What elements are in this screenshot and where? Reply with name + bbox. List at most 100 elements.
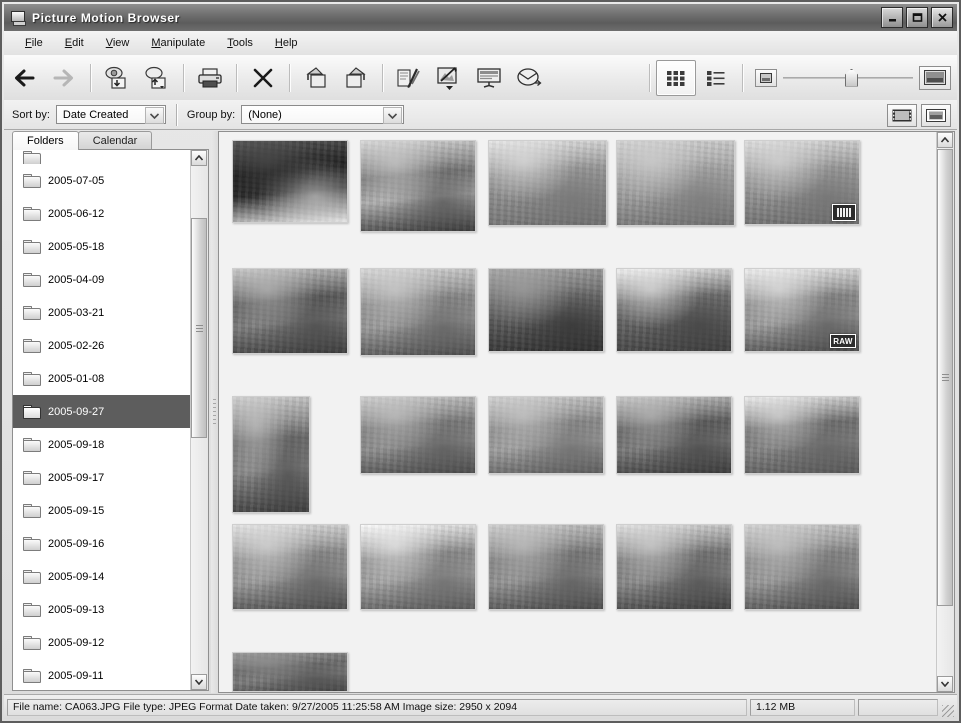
thumbnail-8[interactable]	[488, 268, 604, 352]
folder-item-2005-03-21[interactable]: 2005-03-21	[13, 296, 191, 329]
grid-view-button[interactable]	[656, 59, 696, 96]
thumbnail-7[interactable]	[360, 268, 476, 356]
thumbnail-small-icon[interactable]	[755, 68, 777, 87]
scroll-up-button[interactable]	[191, 150, 207, 166]
menu-item-view[interactable]: View	[95, 34, 141, 52]
folder-item-2005-09-11[interactable]: 2005-09-11	[13, 659, 191, 690]
folder-item-2005-09-18[interactable]: 2005-09-18	[13, 428, 191, 461]
thumbnail-cell[interactable]	[232, 140, 352, 260]
thumbnail-cell[interactable]	[360, 268, 480, 388]
thumbnail-cell[interactable]	[488, 524, 608, 644]
menu-item-edit[interactable]: Edit	[54, 34, 95, 52]
thumbnail-cell[interactable]	[616, 140, 736, 260]
scroll-down-button[interactable]	[937, 676, 953, 692]
menu-item-file[interactable]: FFileile	[14, 34, 54, 52]
back-button[interactable]	[4, 60, 44, 96]
scroll-down-button[interactable]	[191, 674, 207, 690]
folder-item-2005-04-09[interactable]: 2005-04-09	[13, 263, 191, 296]
tab-folders[interactable]: Folders	[12, 131, 79, 150]
edit-image-button[interactable]	[389, 60, 429, 96]
thumbnail-cell[interactable]	[360, 396, 480, 516]
folder-tree-scrollbar[interactable]	[190, 150, 208, 690]
thumbnail-5[interactable]	[744, 140, 860, 225]
thumbnail-17[interactable]	[360, 524, 476, 610]
thumbnail-cell[interactable]	[360, 524, 480, 644]
folder-item-2005-09-14[interactable]: 2005-09-14	[13, 560, 191, 593]
zoom-slider[interactable]	[783, 68, 913, 88]
chevron-down-icon[interactable]	[144, 107, 164, 124]
thumbnail-cell[interactable]	[616, 396, 736, 516]
thumbnail-cell[interactable]	[232, 396, 352, 516]
folder-item-2005-06-12[interactable]: 2005-06-12	[13, 197, 191, 230]
thumbnail-14[interactable]	[616, 396, 732, 474]
thumbnail-12[interactable]	[360, 396, 476, 474]
export-media-button[interactable]	[137, 60, 177, 96]
thumbnail-10[interactable]: RAW	[744, 268, 860, 352]
group-by-dropdown[interactable]: (None)	[241, 105, 405, 124]
folder-item-2005-09-13[interactable]: 2005-09-13	[13, 593, 191, 626]
folder-item-2005-09-15[interactable]: 2005-09-15	[13, 494, 191, 527]
folder-tree[interactable]: 2005-07-05 2005-06-12 2005-05-18 2005-04-09…	[12, 149, 209, 691]
thumbnail-13[interactable]	[488, 396, 604, 474]
panel-splitter[interactable]	[211, 131, 218, 693]
close-button[interactable]	[931, 7, 953, 28]
thumbnail-cell[interactable]	[488, 268, 608, 388]
thumbnail-cell[interactable]	[232, 524, 352, 644]
import-media-button[interactable]	[97, 60, 137, 96]
preview-view-button[interactable]	[921, 104, 951, 127]
zoom-slider-thumb[interactable]	[845, 68, 858, 87]
thumbnail-cell[interactable]	[616, 524, 736, 644]
thumbnail-15[interactable]	[744, 396, 860, 474]
thumbnail-19[interactable]	[616, 524, 732, 610]
thumbnail-cell[interactable]	[616, 268, 736, 388]
chevron-down-icon[interactable]	[383, 107, 403, 124]
folder-tree-scroll-thumb[interactable]	[191, 218, 207, 438]
thumbnail-cell[interactable]	[488, 396, 608, 516]
thumbnail-cell[interactable]	[360, 140, 480, 260]
email-button[interactable]	[509, 60, 549, 96]
folder-item-2005-09-12[interactable]: 2005-09-12	[13, 626, 191, 659]
filmstrip-view-button[interactable]	[887, 104, 917, 127]
thumbnail-large-icon[interactable]	[919, 65, 951, 90]
thumbnail-cell[interactable]	[744, 396, 864, 516]
slideshow-button[interactable]	[469, 60, 509, 96]
folder-item-2005-09-16[interactable]: 2005-09-16	[13, 527, 191, 560]
thumbnail-cell[interactable]	[744, 140, 864, 260]
list-view-button[interactable]	[696, 60, 736, 96]
thumbnail-cell[interactable]	[232, 652, 352, 692]
resize-grip-icon[interactable]	[942, 705, 954, 717]
thumbnail-20[interactable]	[744, 524, 860, 610]
tab-calendar[interactable]: Calendar	[77, 131, 153, 149]
menu-item-manipulate[interactable]: Manipulate	[140, 34, 216, 52]
folder-item-2005-09-17[interactable]: 2005-09-17	[13, 461, 191, 494]
thumbnail-9[interactable]	[616, 268, 732, 352]
folder-item-2005-09-27[interactable]: 2005-09-27	[13, 395, 191, 428]
thumbnail-21[interactable]	[232, 652, 348, 692]
print-button[interactable]	[190, 60, 230, 96]
folder-item-2005-01-08[interactable]: 2005-01-08	[13, 362, 191, 395]
correct-image-button[interactable]	[429, 60, 469, 96]
thumbnail-16[interactable]	[232, 524, 348, 610]
thumbnail-cell[interactable]	[744, 524, 864, 644]
thumbnail-pane[interactable]: RAW	[218, 131, 955, 693]
thumbnail-cell[interactable]	[232, 268, 352, 388]
folder-item-2005-05-18[interactable]: 2005-05-18	[13, 230, 191, 263]
thumbnail-cell[interactable]	[488, 140, 608, 260]
thumbnail-4[interactable]	[616, 140, 735, 226]
folder-item-2005-02-26[interactable]: 2005-02-26	[13, 329, 191, 362]
delete-button[interactable]	[243, 60, 283, 96]
rotate-right-button[interactable]	[336, 60, 376, 96]
thumbnail-2[interactable]	[360, 140, 476, 232]
thumbnail-cell[interactable]: RAW	[744, 268, 864, 388]
thumbnail-scrollbar[interactable]	[936, 132, 954, 692]
sort-by-dropdown[interactable]: Date Created	[55, 105, 166, 124]
menu-item-tools[interactable]: Tools	[216, 34, 264, 52]
forward-button[interactable]	[44, 60, 84, 96]
scroll-up-button[interactable]	[937, 132, 953, 148]
folder-item-2005-07-05[interactable]: 2005-07-05	[13, 164, 191, 197]
thumbnail-6[interactable]	[232, 268, 348, 354]
thumbnail-18[interactable]	[488, 524, 604, 610]
thumbnail-scroll-thumb[interactable]	[937, 149, 953, 606]
rotate-left-button[interactable]	[296, 60, 336, 96]
list-item[interactable]	[13, 150, 191, 164]
